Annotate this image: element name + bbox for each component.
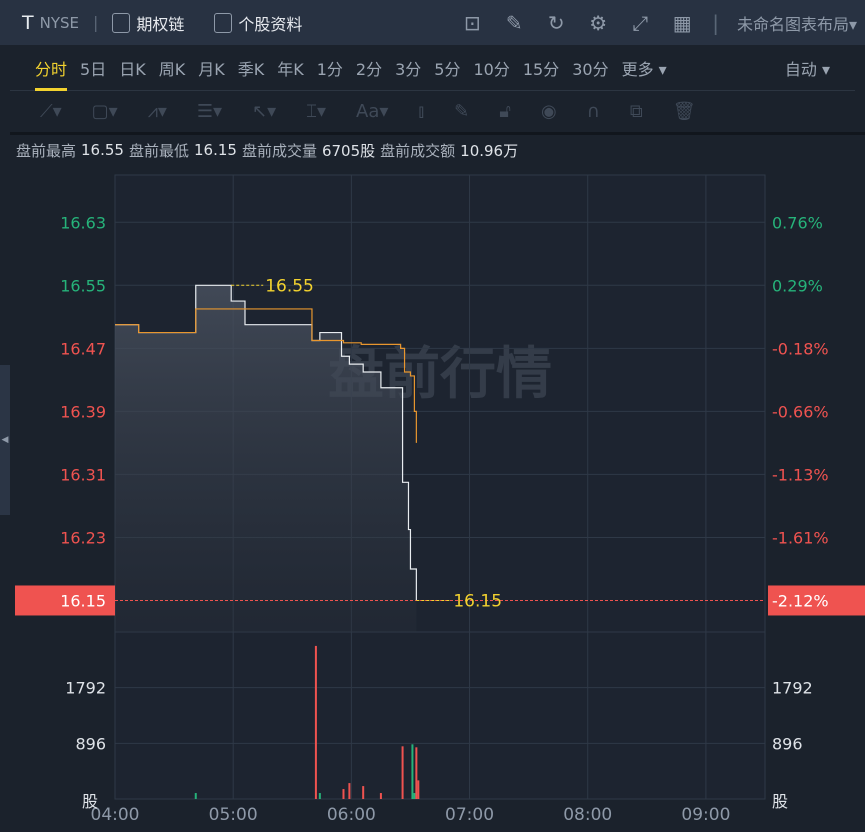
volume-unit-right: 股: [772, 792, 788, 811]
x-tick-label: 08:00: [563, 805, 612, 825]
x-tick-label: 07:00: [445, 805, 494, 825]
current-price-label: 16.15: [60, 591, 106, 610]
volume-bar: [348, 783, 351, 799]
y-tick-price: 16.55: [60, 276, 106, 295]
x-tick-label: 06:00: [327, 805, 376, 825]
y-tick-percent: 0.76%: [772, 213, 823, 232]
volume-bar: [362, 786, 365, 799]
volume-unit-left: 股: [82, 792, 98, 811]
volume-tick-left: 1792: [65, 679, 106, 698]
volume-bar: [401, 746, 404, 799]
volume-bar: [413, 793, 416, 799]
y-tick-percent: -1.61%: [772, 528, 829, 547]
volume-bar: [342, 789, 345, 799]
low-marker-label: 16.15: [453, 591, 502, 611]
volume-bar: [379, 793, 382, 799]
y-tick-percent: -0.18%: [772, 339, 829, 358]
y-tick-percent: -1.13%: [772, 465, 829, 484]
volume-tick-right: 896: [772, 734, 803, 753]
volume-tick-left: 896: [75, 734, 106, 753]
y-tick-price: 16.39: [60, 402, 106, 421]
volume-bar: [415, 747, 418, 799]
y-tick-price: 16.23: [60, 528, 106, 547]
x-tick-label: 05:00: [209, 805, 258, 825]
volume-bar: [411, 744, 414, 799]
price-chart[interactable]: 盘前行情04:00 05:00 06:00 07:00 08:00 09:0016.63 0…: [0, 0, 865, 832]
volume-tick-right: 1792: [772, 679, 813, 698]
current-pct-label: -2.12%: [772, 591, 829, 610]
x-tick-label: 09:00: [681, 805, 730, 825]
volume-bar: [417, 780, 420, 799]
high-marker-label: 16.55: [265, 276, 314, 296]
y-tick-percent: -0.66%: [772, 402, 829, 421]
y-tick-price: 16.31: [60, 465, 106, 484]
y-tick-price: 16.47: [60, 339, 106, 358]
volume-bar: [194, 793, 197, 799]
y-tick-percent: 0.29%: [772, 276, 823, 295]
volume-bar: [314, 645, 317, 799]
y-tick-price: 16.63: [60, 213, 106, 232]
volume-bar: [318, 793, 321, 799]
